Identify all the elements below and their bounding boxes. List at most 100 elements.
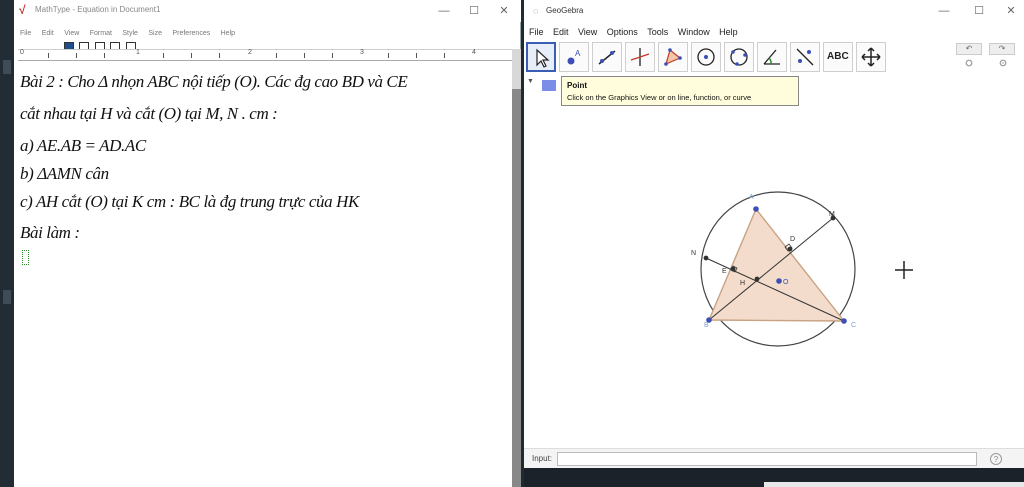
algebra-color-swatch[interactable] <box>542 80 556 91</box>
taskbar-strip <box>0 0 14 487</box>
menu-file[interactable]: File <box>529 24 544 40</box>
menu-preferences[interactable]: Preferences <box>172 27 210 41</box>
close-button[interactable]: ✕ <box>999 3 1023 19</box>
svg-text:A: A <box>575 49 581 58</box>
minimize-button[interactable]: — <box>932 3 956 19</box>
circle-three-points-tool-button[interactable] <box>724 42 754 72</box>
perpendicular-tool-button[interactable] <box>625 42 655 72</box>
gear-icon[interactable] <box>965 59 973 67</box>
label-n: N <box>691 250 696 257</box>
menu-help[interactable]: Help <box>719 24 738 40</box>
label-c: C <box>851 322 856 329</box>
taskbar-item[interactable] <box>3 290 11 304</box>
ruler-number: 1 <box>136 49 140 56</box>
input-bar: Input: ? <box>524 448 1024 468</box>
insertion-slot[interactable] <box>22 250 29 265</box>
label-h: H <box>740 280 745 287</box>
menu-tools[interactable]: Tools <box>647 24 668 40</box>
ruler-number: 0 <box>20 49 24 56</box>
label-b: B <box>704 322 709 329</box>
graphics-view[interactable]: A B C O D E H M N <box>524 96 1024 448</box>
menu-view[interactable]: View <box>578 24 597 40</box>
settings-icon[interactable] <box>999 59 1007 67</box>
ruler-tick <box>388 53 389 58</box>
ruler-tick <box>48 53 49 58</box>
equation-line: Bài 2 : Cho Δ nhọn ABC nội tiếp (O). Các… <box>20 72 408 91</box>
reflect-line-icon <box>796 48 814 66</box>
equation-line: a) AE.AB = AD.AC <box>20 136 146 155</box>
redo-button[interactable]: ↷ <box>989 43 1015 55</box>
ruler-tick <box>416 53 417 58</box>
move-graphics-tool-button[interactable] <box>856 42 886 72</box>
point-tool-button[interactable]: A <box>559 42 589 72</box>
menu-help[interactable]: Help <box>221 27 235 41</box>
menu-options[interactable]: Options <box>607 24 638 40</box>
menu-file[interactable]: File <box>20 27 31 41</box>
menu-window[interactable]: Window <box>678 24 710 40</box>
ruler-tick <box>304 53 305 58</box>
menu-edit[interactable]: Edit <box>42 27 54 41</box>
ruler-number: 2 <box>248 49 252 56</box>
equation-line: c) AH cắt (O) tại K cm : BC là đg trung … <box>20 192 359 211</box>
help-icon[interactable]: ? <box>990 453 1002 465</box>
polygon-icon <box>664 48 682 66</box>
point-icon: A <box>567 49 581 65</box>
menu-edit[interactable]: Edit <box>553 24 569 40</box>
mathtype-logo-icon: √ <box>19 3 26 17</box>
equation-editor[interactable]: Bài 2 : Cho Δ nhọn ABC nội tiếp (O). Các… <box>20 66 510 466</box>
close-button[interactable]: ✕ <box>492 3 516 19</box>
ruler: 0 1 2 3 4 <box>18 49 512 61</box>
vertical-scrollbar[interactable] <box>512 49 521 487</box>
input-field[interactable] <box>557 452 977 466</box>
input-label: Input: <box>532 454 553 463</box>
taskbar-bar <box>764 482 1024 487</box>
line-tool-button[interactable] <box>592 42 622 72</box>
move-cross-arrows-icon <box>861 47 881 67</box>
label-d: D <box>790 236 795 243</box>
equation-line: Bài làm : <box>20 223 80 242</box>
mathtype-window: √ MathType - Equation in Document1 — ☐ ✕… <box>14 0 521 487</box>
ruler-tick <box>332 53 333 58</box>
algebra-toggle-icon[interactable]: ▼ <box>527 78 534 85</box>
point-h[interactable] <box>754 276 760 282</box>
maximize-button[interactable]: ☐ <box>967 3 991 19</box>
format-buttons <box>64 38 137 51</box>
label-e: E <box>722 268 727 275</box>
cursor-arrow-icon <box>536 48 550 68</box>
ruler-tick <box>76 53 77 58</box>
ruler-tick <box>276 53 277 58</box>
mathtype-titlebar: √ MathType - Equation in Document1 — ☐ ✕ <box>14 0 521 22</box>
menu-size[interactable]: Size <box>148 27 162 41</box>
angle-tool-button[interactable] <box>757 42 787 72</box>
ruler-number: 4 <box>472 49 476 56</box>
equation-line: cắt nhau tại H và cắt (O) tại M, N . cm … <box>20 104 278 123</box>
text-tool-button[interactable]: ABC <box>823 42 853 72</box>
point-a[interactable] <box>753 206 759 212</box>
line-icon <box>598 50 616 65</box>
tooltip-title: Point <box>567 81 587 90</box>
point-c[interactable] <box>841 318 847 324</box>
scrollbar-thumb[interactable] <box>512 89 521 487</box>
polygon-tool-button[interactable] <box>658 42 688 72</box>
geometry-drawing: A B C O D E H M N <box>691 191 913 347</box>
point-n[interactable] <box>703 255 709 261</box>
move-tool-button[interactable] <box>526 42 556 72</box>
label-a: A <box>749 194 754 201</box>
reflect-tool-button[interactable] <box>790 42 820 72</box>
taskbar-item[interactable] <box>3 60 11 74</box>
desktop: √ MathType - Equation in Document1 — ☐ ✕… <box>0 0 1024 487</box>
point-e[interactable] <box>730 266 736 272</box>
circle-center-point-icon <box>697 48 715 66</box>
undo-button[interactable]: ↶ <box>956 43 982 55</box>
ruler-tick <box>219 53 220 58</box>
circle-three-points-icon <box>730 48 748 66</box>
point-d[interactable] <box>787 246 793 252</box>
maximize-button[interactable]: ☐ <box>462 3 486 19</box>
taskbar-bottom <box>524 468 1024 487</box>
ruler-number: 3 <box>360 49 364 56</box>
circle-tool-button[interactable] <box>691 42 721 72</box>
geogebra-titlebar: ◌ GeoGebra — ☐ ✕ <box>524 0 1024 22</box>
point-o[interactable] <box>776 278 782 284</box>
minimize-button[interactable]: — <box>432 3 456 19</box>
geogebra-logo-icon: ◌ <box>533 6 539 16</box>
